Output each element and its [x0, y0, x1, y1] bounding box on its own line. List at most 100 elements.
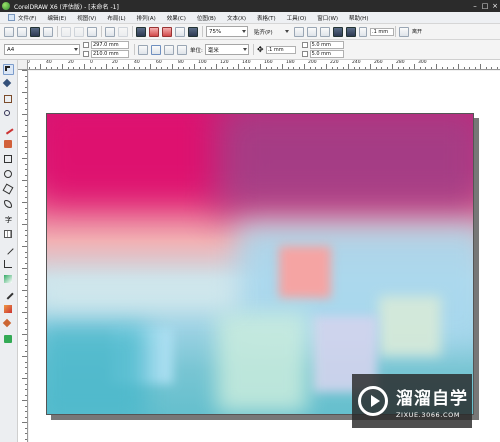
toolbar-separator	[252, 44, 254, 55]
blend-tool-icon[interactable]	[3, 274, 14, 285]
export-icon[interactable]	[162, 26, 172, 37]
rulers-toggle-icon[interactable]	[294, 26, 304, 37]
menu-bitmaps[interactable]: 位图(B)	[197, 14, 216, 22]
smart-fill-tool-icon[interactable]	[3, 139, 14, 150]
ruler-tick	[205, 67, 206, 69]
shape-tool-icon[interactable]	[2, 78, 14, 90]
ruler-tick	[25, 240, 27, 242]
units-dropdown[interactable]: 毫米	[204, 44, 249, 55]
ruler-tick	[25, 284, 27, 286]
portrait-icon[interactable]	[138, 44, 148, 55]
toolbar-separator	[132, 26, 133, 37]
minimize-button[interactable]: –	[470, 0, 480, 12]
ruler-tick	[166, 67, 168, 69]
publish-pdf-icon[interactable]	[175, 26, 185, 37]
paper-size-dropdown[interactable]: A4	[4, 44, 80, 55]
table-tool-icon[interactable]	[3, 229, 14, 240]
redo-icon[interactable]	[118, 26, 128, 37]
welcome-screen-icon[interactable]	[333, 26, 343, 37]
outline-pen-icon[interactable]	[3, 304, 14, 315]
open-folder-icon[interactable]	[17, 26, 27, 37]
close-button[interactable]: ×	[490, 0, 500, 12]
leave-label: 离开	[412, 29, 423, 35]
property-bar: A4 297.0 mm 210.0 mm 单位: 毫米 ✥ .1 mm 5.0 …	[0, 40, 500, 60]
dimension-tool-icon[interactable]	[2, 243, 14, 255]
ruler-tick	[408, 67, 410, 69]
snap-to-dropdown[interactable]: 贴齐(P)	[251, 26, 291, 37]
treat-as-filled-icon[interactable]	[399, 26, 409, 37]
menu-arrange[interactable]: 排列(A)	[137, 14, 156, 22]
menu-layout[interactable]: 布局(L)	[107, 14, 125, 22]
connector-tool-icon[interactable]	[3, 259, 14, 270]
ruler-tick	[25, 383, 27, 385]
toolbar-separator	[202, 26, 203, 37]
application-launcher-icon[interactable]	[188, 26, 198, 37]
rectangle-tool-icon[interactable]	[3, 154, 14, 165]
menu-view[interactable]: 视图(V)	[77, 14, 96, 22]
page-width-field[interactable]: 297.0 mm	[91, 41, 129, 49]
ruler-tick	[25, 328, 27, 330]
menu-help[interactable]: 帮助(H)	[349, 14, 368, 22]
ruler-tick	[25, 295, 27, 297]
new-document-icon[interactable]	[4, 26, 14, 37]
ruler-tick	[62, 64, 63, 69]
nudge-distance-field[interactable]: .1 mm	[370, 27, 394, 36]
basic-shapes-tool-icon[interactable]	[3, 199, 14, 210]
menu-edit[interactable]: 编辑(E)	[47, 14, 66, 22]
ruler-tick	[25, 174, 27, 176]
options-icon[interactable]	[346, 26, 356, 37]
color-eyedropper-icon[interactable]	[2, 288, 14, 300]
document-page[interactable]	[46, 113, 474, 415]
print-icon[interactable]	[43, 26, 53, 37]
nudge-offset-field[interactable]: .1 mm	[265, 45, 296, 54]
vertical-ruler[interactable]	[18, 70, 28, 442]
menu-file[interactable]: 文件(F)	[18, 14, 36, 22]
ruler-tick	[25, 301, 27, 302]
import-icon[interactable]	[149, 26, 159, 37]
search-content-icon[interactable]	[136, 26, 146, 37]
page-height-field[interactable]: 210.0 mm	[91, 50, 129, 58]
duplicate-y-field[interactable]: 5.0 mm	[309, 50, 344, 58]
nudge-offset-icon: ✥	[256, 45, 264, 54]
polygon-tool-icon[interactable]	[2, 183, 14, 195]
ruler-tick	[485, 67, 487, 69]
menu-tools[interactable]: 工具(O)	[287, 14, 307, 22]
document-icon[interactable]	[8, 14, 15, 21]
crop-tool-icon[interactable]	[3, 94, 14, 105]
cut-icon[interactable]	[61, 26, 71, 37]
zoom-tool-icon[interactable]	[3, 109, 14, 120]
menu-text[interactable]: 文本(X)	[227, 14, 246, 22]
ruler-tick	[22, 246, 27, 247]
all-pages-icon[interactable]	[164, 44, 174, 55]
ruler-tick	[25, 279, 27, 280]
ruler-tick	[25, 152, 27, 154]
save-icon[interactable]	[30, 26, 40, 37]
landscape-icon[interactable]	[151, 44, 161, 55]
ellipse-tool-icon[interactable]	[3, 169, 14, 180]
text-tool-icon[interactable]: 字	[3, 214, 14, 225]
pick-tool-icon[interactable]	[3, 64, 14, 75]
grid-toggle-icon[interactable]	[307, 26, 317, 37]
menu-table[interactable]: 表格(T)	[257, 14, 276, 22]
menu-window[interactable]: 窗口(W)	[317, 14, 338, 22]
nudge-icon[interactable]	[359, 26, 367, 37]
menu-effects[interactable]: 效果(C)	[167, 14, 186, 22]
ruler-tick	[337, 67, 338, 69]
copy-icon[interactable]	[74, 26, 84, 37]
horizontal-ruler[interactable]: 60 40 20 0 20 40 60 80 100 120 140 160 1…	[18, 60, 500, 70]
guidelines-toggle-icon[interactable]	[320, 26, 330, 37]
ruler-tick	[106, 64, 107, 69]
interactive-fill-icon[interactable]	[3, 334, 14, 345]
undo-icon[interactable]	[105, 26, 115, 37]
duplicate-x-field[interactable]: 5.0 mm	[309, 41, 344, 49]
current-page-icon[interactable]	[177, 44, 187, 55]
zoom-levels-dropdown[interactable]: 75%	[206, 26, 248, 37]
ruler-tick	[34, 67, 36, 69]
ruler-tick-label: 160	[264, 60, 273, 65]
ruler-origin[interactable]	[18, 60, 28, 70]
fill-tool-icon[interactable]	[2, 318, 14, 330]
paste-icon[interactable]	[87, 26, 97, 37]
freehand-tool-icon[interactable]	[2, 123, 14, 135]
maximize-button[interactable]: □	[480, 0, 490, 12]
ruler-tick	[22, 180, 27, 181]
